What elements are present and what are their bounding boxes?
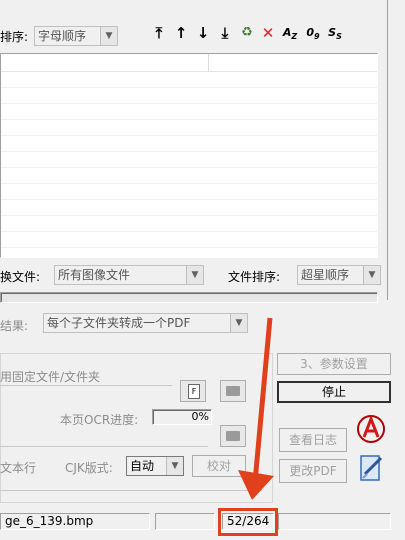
cjk-value: 自动 bbox=[130, 459, 155, 473]
sort-combo[interactable]: 字母顺序 ▼ bbox=[34, 26, 118, 46]
highlight-box bbox=[218, 508, 278, 536]
chevron-down-icon: ▼ bbox=[166, 457, 183, 475]
recycle-icon[interactable]: ♻ bbox=[239, 24, 255, 42]
sort-ss-icon[interactable]: SS bbox=[327, 24, 343, 42]
move-up-icon[interactable]: ↑ bbox=[173, 24, 189, 42]
modify-pdf-button[interactable]: 更改PDF bbox=[279, 459, 347, 483]
list-rows bbox=[1, 72, 377, 257]
folder-icon bbox=[226, 431, 240, 441]
fixed-file-label: 用固定文件/文件夹 bbox=[0, 370, 101, 384]
status-blank bbox=[155, 513, 215, 530]
file-type-combo[interactable]: 所有图像文件 ▼ bbox=[54, 265, 204, 285]
file-sort-value: 超星顺序 bbox=[301, 268, 350, 282]
result-combo[interactable]: 每个子文件夹转成一个PDF ▼ bbox=[43, 313, 248, 333]
file-type-label: 换文件: bbox=[0, 270, 41, 284]
acrobat-icon[interactable] bbox=[355, 413, 387, 445]
file-sort-combo[interactable]: 超星顺序 ▼ bbox=[297, 265, 381, 285]
overall-progress-bar bbox=[0, 292, 378, 303]
file-type-value: 所有图像文件 bbox=[58, 268, 131, 282]
proofread-button[interactable]: 校对 bbox=[192, 455, 246, 477]
move-bottom-icon[interactable]: ⤓ bbox=[217, 24, 233, 42]
ocr-progress-bar: 0% bbox=[152, 409, 212, 425]
move-top-icon[interactable]: ⤒ bbox=[151, 24, 167, 42]
output-folder-button[interactable] bbox=[220, 425, 246, 447]
file-sort-label: 文件排序: bbox=[228, 270, 281, 284]
sort-label: 排序: bbox=[0, 30, 29, 44]
bottom-input-line[interactable] bbox=[0, 490, 262, 491]
status-extra bbox=[278, 513, 391, 530]
view-log-button[interactable]: 查看日志 bbox=[279, 428, 347, 452]
fixed-file-input[interactable] bbox=[0, 385, 172, 386]
text-line-label: 文本行 bbox=[0, 461, 37, 475]
params-button[interactable]: 3、参数设置 bbox=[277, 353, 391, 375]
delete-icon[interactable]: ✕ bbox=[260, 24, 276, 42]
status-file: ge_6_139.bmp bbox=[0, 513, 150, 530]
chevron-down-icon: ▼ bbox=[186, 266, 203, 284]
output-input-line[interactable] bbox=[0, 446, 208, 447]
pdf-edit-icon[interactable] bbox=[355, 452, 387, 484]
chevron-down-icon: ▼ bbox=[230, 314, 247, 332]
ocr-progress-value: 0% bbox=[191, 410, 209, 423]
result-value: 每个子文件夹转成一个PDF bbox=[47, 316, 191, 330]
move-down-icon[interactable]: ↓ bbox=[195, 24, 211, 42]
cjk-combo[interactable]: 自动 ▼ bbox=[126, 456, 184, 476]
file-browse-button[interactable]: F bbox=[180, 380, 206, 402]
document-icon: F bbox=[188, 384, 200, 399]
file-list[interactable] bbox=[0, 53, 378, 258]
folder-icon bbox=[226, 386, 240, 396]
chevron-down-icon: ▼ bbox=[100, 27, 117, 45]
sort-az-icon[interactable]: AZ bbox=[282, 24, 298, 42]
ocr-progress-label: 本页OCR进度: bbox=[60, 413, 139, 427]
sort-09-icon[interactable]: 09 bbox=[305, 24, 321, 42]
list-header bbox=[1, 54, 377, 72]
folder-browse-button[interactable] bbox=[220, 380, 246, 402]
chevron-down-icon: ▼ bbox=[363, 266, 380, 284]
cjk-label: CJK版式: bbox=[65, 461, 113, 475]
result-label: 结果: bbox=[0, 319, 29, 333]
sort-combo-value: 字母顺序 bbox=[38, 29, 87, 43]
stop-button[interactable]: 停止 bbox=[277, 381, 391, 403]
